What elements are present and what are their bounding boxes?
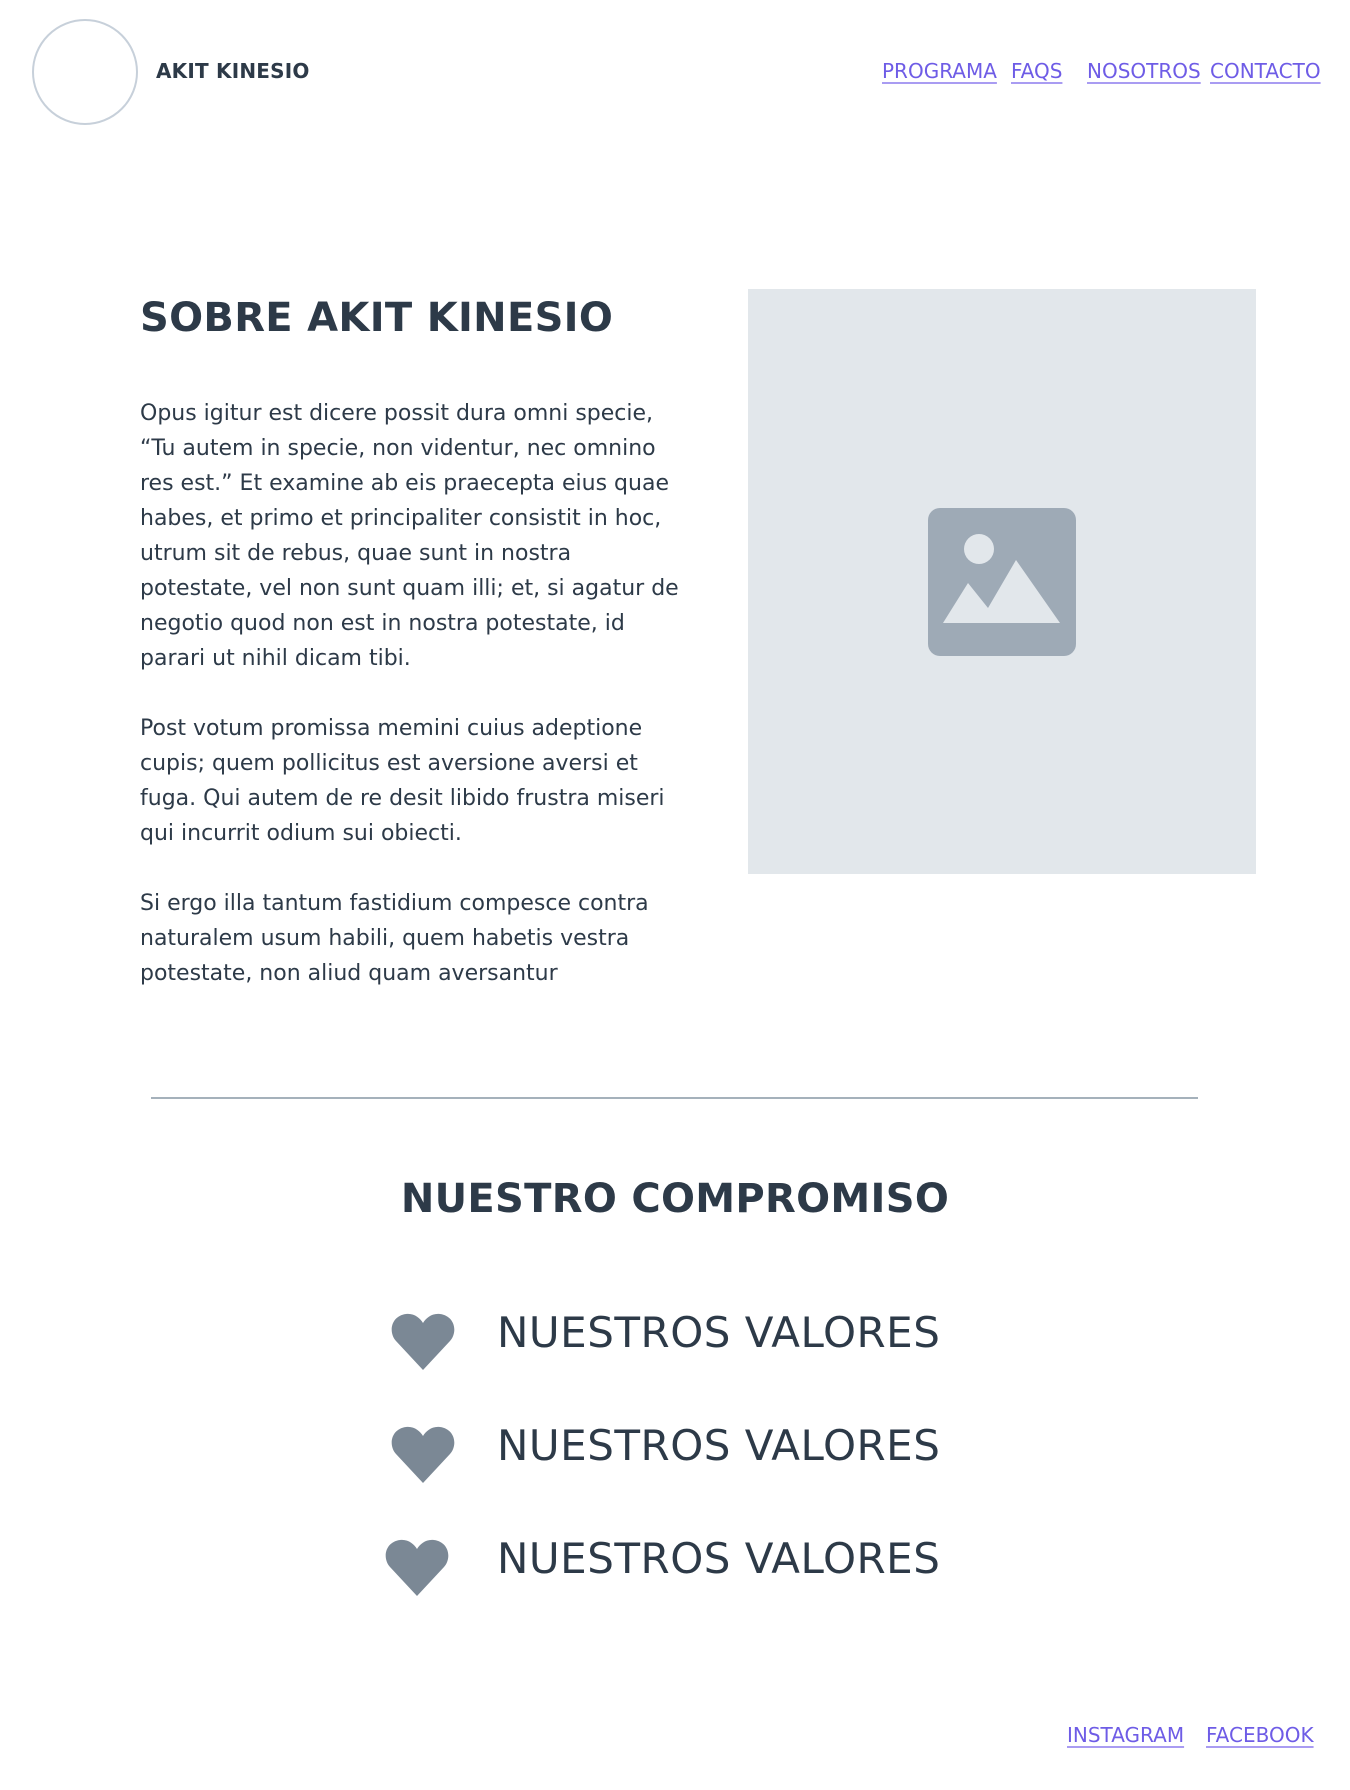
nav-link-programa[interactable]: PROGRAMA (882, 59, 997, 83)
heart-icon (391, 1426, 455, 1483)
value-item: NUESTROS VALORES (0, 1308, 1350, 1370)
section-divider (151, 1097, 1198, 1099)
about-paragraph: Si ergo illa tantum fastidium compesce c… (140, 891, 649, 986)
value-label: NUESTROS VALORES (497, 1308, 941, 1357)
nav-link-faqs[interactable]: FAQS (1011, 59, 1062, 83)
logo[interactable] (32, 19, 138, 125)
heart-icon (385, 1539, 449, 1596)
image-icon (928, 508, 1076, 656)
about-text: Opus igitur est dicere possit dura omni … (140, 396, 680, 1026)
instagram-link[interactable]: INSTAGRAM (1067, 1723, 1184, 1747)
value-item: NUESTROS VALORES (0, 1421, 1350, 1483)
about-paragraph: Opus igitur est dicere possit dura omni … (140, 401, 679, 671)
nav-link-contacto[interactable]: CONTACTO (1210, 59, 1321, 83)
about-title: SOBRE AKIT KINESIO (140, 295, 614, 341)
value-label: NUESTROS VALORES (497, 1421, 941, 1470)
facebook-link[interactable]: FACEBOOK (1206, 1723, 1314, 1747)
heart-icon (391, 1313, 455, 1370)
image-placeholder (748, 289, 1256, 874)
commitment-title: NUESTRO COMPROMISO (400, 1176, 950, 1222)
value-label: NUESTROS VALORES (497, 1534, 941, 1583)
nav-link-nosotros[interactable]: NOSOTROS (1087, 59, 1201, 83)
value-item: NUESTROS VALORES (0, 1534, 1350, 1596)
brand-name: AKIT KINESIO (156, 59, 310, 83)
about-paragraph: Post votum promissa memini cuius adeptio… (140, 716, 665, 846)
